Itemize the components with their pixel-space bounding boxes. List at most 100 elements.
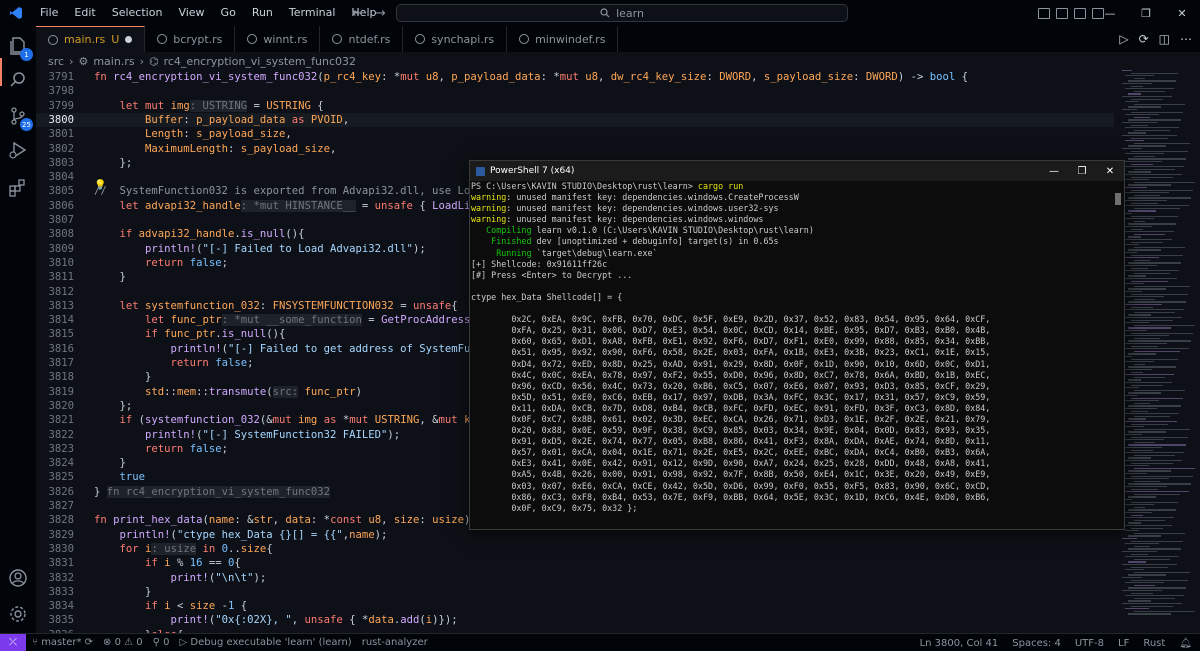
code-text[interactable]: Length: s_payload_size, xyxy=(94,127,292,141)
code-text[interactable]: let mut img: USTRING = USTRING { xyxy=(94,99,324,113)
cursor-position[interactable]: Ln 3800, Col 41 xyxy=(920,638,999,649)
settings-gear-icon[interactable] xyxy=(6,602,30,626)
code-text[interactable]: for i: usize in 0..size{ xyxy=(94,542,273,556)
rust-analyzer-status[interactable]: rust-analyzer xyxy=(362,637,428,648)
code-text[interactable]: if func_ptr.is_null(){ xyxy=(94,327,285,341)
menu-terminal[interactable]: Terminal xyxy=(281,0,344,26)
problems-indicator[interactable]: ⊗ 0 ⚠ 0 xyxy=(103,637,143,648)
language-mode[interactable]: Rust xyxy=(1143,638,1165,649)
tab-minwindef-rs[interactable]: minwindef.rs xyxy=(507,26,619,52)
code-text[interactable]: if advapi32_handle.is_null(){ xyxy=(94,227,305,241)
code-line[interactable]: 3791 fn rc4_encryption_vi_system_func032(… xyxy=(36,70,1114,84)
code-text[interactable]: let func_ptr: *mut __some_function = Get… xyxy=(94,313,509,327)
code-text[interactable]: Buffer: p_payload_data as PVOID, xyxy=(94,113,349,127)
debug-launch[interactable]: ▷ Debug executable 'learn' (learn) xyxy=(180,637,352,648)
code-line[interactable]: 3833 } xyxy=(36,585,1114,599)
split-editor-icon[interactable]: ◫ xyxy=(1159,32,1170,46)
ports-indicator[interactable]: ⚲ 0 xyxy=(153,637,170,648)
end-of-line[interactable]: LF xyxy=(1118,638,1129,649)
unsaved-dot-icon[interactable] xyxy=(125,36,133,43)
code-line[interactable]: 3830 for i: usize in 0..size{ xyxy=(36,542,1114,556)
indentation[interactable]: Spaces: 4 xyxy=(1012,638,1061,649)
code-text[interactable]: return false; xyxy=(94,256,228,270)
menu-selection[interactable]: Selection xyxy=(104,0,171,26)
code-text[interactable]: println!("ctype hex_Data {}[] = {{",name… xyxy=(94,528,388,542)
code-text[interactable]: }; xyxy=(94,399,133,413)
maximize-button[interactable]: ❐ xyxy=(1068,161,1096,181)
code-text[interactable]: println!("[-] Failed to Load Advapi32.dl… xyxy=(94,242,426,256)
run-and-debug-icon[interactable] xyxy=(6,138,30,162)
notifications-bell-icon[interactable]: 🔔︎ xyxy=(1179,638,1192,649)
code-line[interactable]: 3802 MaximumLength: s_payload_size, xyxy=(36,142,1114,156)
menu-run[interactable]: Run xyxy=(244,0,281,26)
code-line[interactable]: 3834 if i < size -1 { xyxy=(36,599,1114,613)
code-text[interactable]: } xyxy=(94,370,151,384)
code-line[interactable]: 3832 print!("\n\t"); xyxy=(36,571,1114,585)
code-text[interactable]: } xyxy=(94,456,126,470)
toggle-primary-sidebar-icon[interactable] xyxy=(1038,7,1050,19)
minimap[interactable] xyxy=(1120,70,1200,633)
code-text[interactable]: if (systemfunction_032(&mut img as *mut … xyxy=(94,413,503,427)
code-text[interactable]: let advapi32_handle: *mut HINSTANCE__ = … xyxy=(94,199,509,213)
accounts-icon[interactable] xyxy=(6,566,30,590)
code-text[interactable]: println!("[-] Failed to get address of S… xyxy=(94,342,509,356)
terminal-output[interactable]: PS C:\Users\KAVIN STUDIO\Desktop\rust\le… xyxy=(470,181,1114,529)
more-actions-icon[interactable]: ⋯ xyxy=(1180,32,1192,46)
code-line[interactable]: 3799 let mut img: USTRING = USTRING { xyxy=(36,99,1114,113)
debug-icon[interactable]: ⟳ xyxy=(1139,32,1149,46)
tab-main-rs[interactable]: main.rs U xyxy=(36,26,146,52)
minimize-window-button[interactable]: — xyxy=(1092,0,1128,26)
code-text[interactable]: if i % 16 == 0{ xyxy=(94,556,241,570)
breadcrumb-folder[interactable]: src xyxy=(48,55,64,68)
code-text[interactable]: if i < size -1 { xyxy=(94,599,247,613)
code-text[interactable]: print!("\n\t"); xyxy=(94,571,267,585)
code-text[interactable]: // SystemFunction032 is exported from Ad… xyxy=(94,184,509,198)
toggle-panel-icon[interactable] xyxy=(1056,7,1068,19)
search-view-icon[interactable] xyxy=(6,68,30,92)
close-window-button[interactable]: ✕ xyxy=(1164,0,1200,26)
code-text[interactable]: fn rc4_encryption_vi_system_func032(p_rc… xyxy=(94,70,968,84)
code-line[interactable]: 3798 xyxy=(36,84,1114,98)
tab-bcrypt-rs[interactable]: bcrypt.rs xyxy=(145,26,236,52)
code-text[interactable]: }; xyxy=(94,156,133,170)
code-text[interactable]: fn print_hex_data(name: &str, data: *con… xyxy=(94,513,477,527)
code-line[interactable]: 3800 Buffer: p_payload_data as PVOID, xyxy=(36,112,1114,128)
code-text[interactable]: print!("0x{:02X}, ", unsafe { *data.add(… xyxy=(94,613,458,627)
code-text[interactable]: } xyxy=(94,270,126,284)
explorer-icon[interactable]: 1 xyxy=(6,34,33,61)
terminal-scroll-thumb[interactable] xyxy=(1115,193,1121,205)
code-text[interactable]: return false; xyxy=(94,356,254,370)
code-text[interactable]: } fn rc4_encryption_vi_system_func032 xyxy=(94,485,330,499)
breadcrumb-file[interactable]: main.rs xyxy=(93,55,134,68)
breadcrumb-symbol[interactable]: rc4_encryption_vi_system_func032 xyxy=(164,55,356,68)
code-text[interactable]: true xyxy=(94,470,146,484)
minimize-button[interactable]: — xyxy=(1040,161,1068,181)
code-line[interactable]: 3831 if i % 16 == 0{ xyxy=(36,556,1114,570)
tab-synchapi-rs[interactable]: synchapi.rs xyxy=(403,26,508,52)
tab-ntdef-rs[interactable]: ntdef.rs xyxy=(320,26,404,52)
menu-go[interactable]: Go xyxy=(213,0,244,26)
git-branch[interactable]: ⑂ master* ⟳ xyxy=(32,637,93,648)
file-encoding[interactable]: UTF-8 xyxy=(1075,638,1104,649)
terminal-scrollbar[interactable] xyxy=(1114,183,1122,529)
maximize-window-button[interactable]: ❐ xyxy=(1128,0,1164,26)
code-line[interactable]: 3835 print!("0x{:02X}, ", unsafe { *data… xyxy=(36,613,1114,627)
toggle-secondary-sidebar-icon[interactable] xyxy=(1074,7,1086,19)
back-arrow-icon[interactable]: ← xyxy=(352,6,363,21)
menu-edit[interactable]: Edit xyxy=(66,0,103,26)
code-text[interactable]: let systemfunction_032: FNSYSTEMFUNCTION… xyxy=(94,299,458,313)
powershell-window[interactable]: PowerShell 7 (x64) — ❐ ✕ PS C:\Users\KAV… xyxy=(469,160,1125,530)
run-icon[interactable]: ▷ xyxy=(1119,32,1128,46)
source-control-icon[interactable]: 25 xyxy=(6,104,33,131)
code-text[interactable]: std::mem::transmute(src: func_ptr) xyxy=(94,385,362,399)
code-text[interactable]: return false; xyxy=(94,442,228,456)
code-text[interactable]: println!("[-] SystemFunction32 FAILED"); xyxy=(94,428,400,442)
command-center-search[interactable]: learn xyxy=(396,4,848,22)
code-line[interactable]: 3801 Length: s_payload_size, xyxy=(36,127,1114,141)
close-button[interactable]: ✕ xyxy=(1096,161,1124,181)
menu-view[interactable]: View xyxy=(170,0,212,26)
extensions-icon[interactable] xyxy=(6,176,30,200)
tab-winnt-rs[interactable]: winnt.rs xyxy=(235,26,321,52)
code-text[interactable]: } xyxy=(94,585,151,599)
forward-arrow-icon[interactable]: → xyxy=(375,6,386,21)
